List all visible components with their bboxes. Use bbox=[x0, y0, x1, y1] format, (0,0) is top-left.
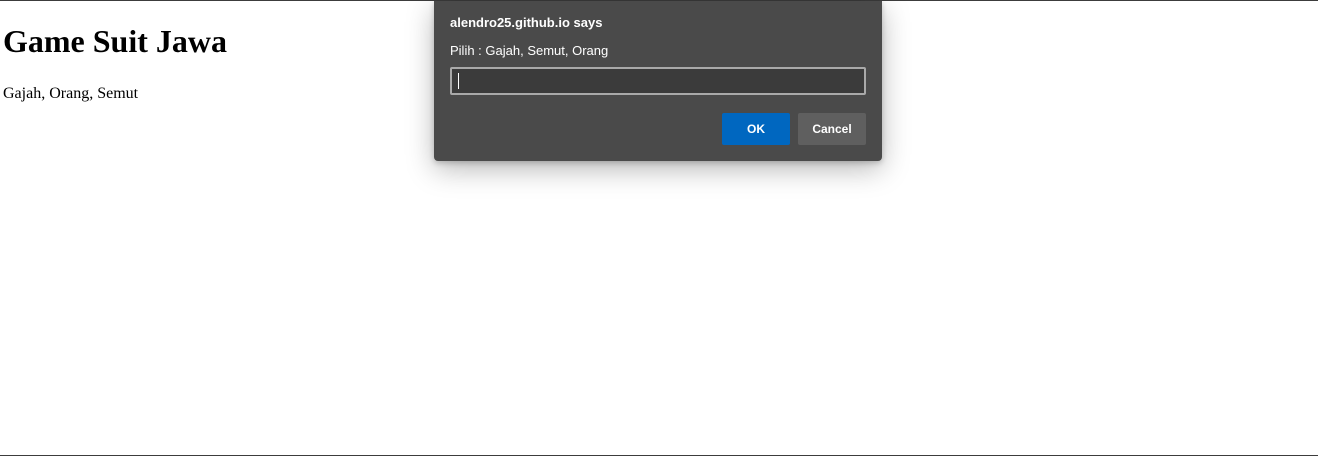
prompt-dialog: alendro25.github.io says Pilih : Gajah, … bbox=[434, 1, 882, 161]
dialog-title: alendro25.github.io says bbox=[450, 15, 603, 30]
dialog-message: Pilih : Gajah, Semut, Orang bbox=[450, 43, 609, 58]
ok-button[interactable]: OK bbox=[722, 113, 790, 145]
page-content: Game Suit Jawa Gajah, Orang, Semut bbox=[3, 1, 227, 104]
prompt-input[interactable] bbox=[450, 67, 866, 95]
text-caret bbox=[458, 73, 459, 89]
page-text: Gajah, Orang, Semut bbox=[3, 85, 139, 102]
browser-viewport: Game Suit Jawa Gajah, Orang, Semut alend… bbox=[0, 0, 1318, 456]
page-title: Game Suit Jawa bbox=[3, 23, 227, 59]
cancel-button[interactable]: Cancel bbox=[798, 113, 866, 145]
